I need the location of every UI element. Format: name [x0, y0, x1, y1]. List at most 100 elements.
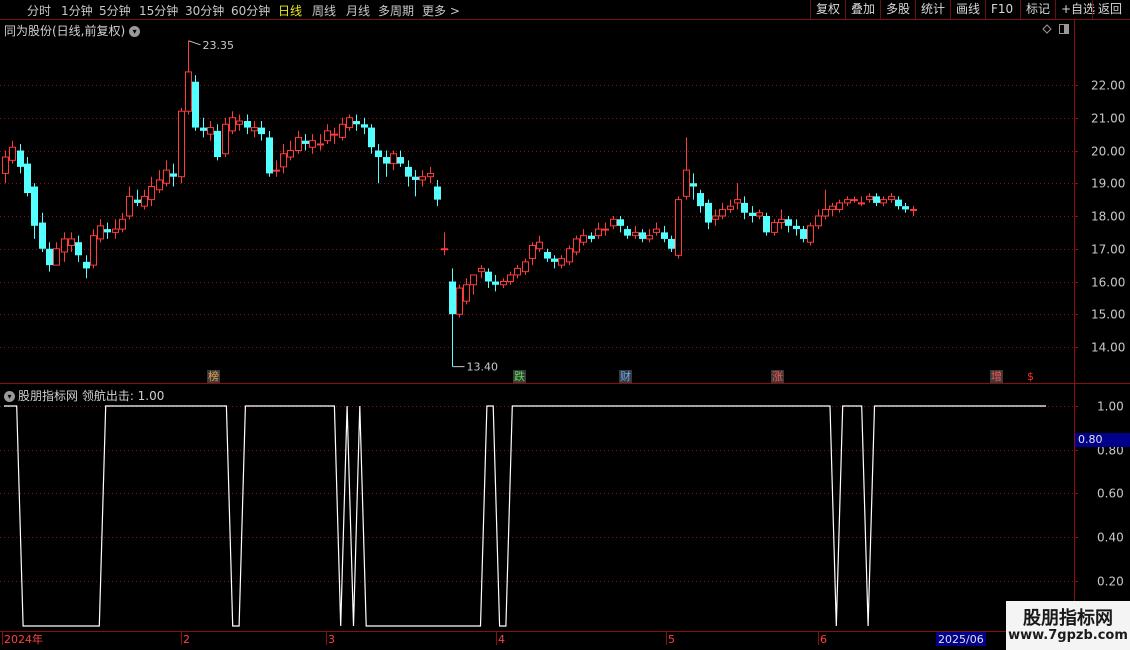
candle	[83, 255, 90, 279]
candle	[251, 121, 258, 138]
candle	[75, 235, 82, 262]
candle	[866, 193, 873, 203]
candle	[566, 245, 573, 266]
candle	[273, 160, 280, 177]
candle	[668, 235, 675, 253]
watermark-url: www.7gpzb.com	[1008, 628, 1128, 643]
date-label: 3	[328, 633, 335, 646]
date-label: 4	[498, 633, 505, 646]
candle	[244, 114, 251, 135]
candle	[873, 193, 880, 207]
candle	[500, 278, 507, 289]
high-arrow	[188, 40, 201, 46]
candle	[551, 255, 558, 269]
candle	[456, 284, 463, 318]
candle	[405, 160, 412, 187]
window-icon-fill	[1064, 24, 1069, 34]
candle	[807, 222, 814, 246]
indicator-current-value: 0.80	[1075, 433, 1130, 447]
price-tick-label: 14.00	[1091, 341, 1125, 355]
current-date-label: 2025/06	[938, 633, 984, 646]
candle	[383, 150, 390, 177]
indicator-line	[4, 405, 1046, 627]
candle	[836, 199, 843, 213]
indicator-title-text: 股朋指标网 领航出击: 1.00	[18, 389, 165, 403]
candle	[492, 274, 499, 292]
candle	[895, 196, 902, 210]
indicator-tick-label: 0.60	[1097, 487, 1124, 501]
event-marker[interactable]: 榜	[207, 370, 220, 383]
candle	[68, 232, 75, 253]
candle	[222, 117, 229, 158]
candle	[9, 140, 16, 164]
candle	[646, 229, 653, 243]
candle	[39, 212, 46, 253]
candle	[61, 232, 68, 262]
date-label: 6	[820, 633, 827, 646]
candle	[112, 219, 119, 239]
event-marker[interactable]: 增	[990, 370, 1003, 383]
price-tick-label: 15.00	[1091, 308, 1125, 322]
candle	[339, 117, 346, 141]
candle	[309, 134, 316, 154]
candle	[331, 127, 338, 144]
candle	[104, 222, 111, 239]
candle	[141, 189, 148, 210]
candle	[763, 212, 770, 236]
event-marker[interactable]: $	[1026, 370, 1035, 383]
candle	[675, 196, 682, 259]
candle	[880, 196, 887, 207]
candle	[368, 124, 375, 154]
date-label: 2	[183, 633, 190, 646]
candle	[653, 222, 660, 236]
event-marker[interactable]: 涨	[771, 370, 784, 383]
candle	[24, 157, 31, 197]
price-tick-label: 22.00	[1091, 79, 1125, 93]
candle	[756, 209, 763, 220]
candle	[632, 225, 639, 239]
candle	[53, 242, 60, 266]
candle	[705, 199, 712, 230]
candle	[427, 166, 434, 184]
candle	[544, 248, 551, 262]
candle	[815, 209, 822, 230]
candle	[829, 202, 836, 216]
candle	[192, 75, 199, 131]
chart-canvas[interactable]: 22.0021.0020.0019.0018.0017.0016.0015.00…	[0, 0, 1130, 650]
indicator-title: ▾ 股朋指标网 领航出击: 1.00	[4, 387, 164, 404]
candle	[580, 229, 587, 246]
date-label: 2024年	[4, 632, 43, 646]
candle	[434, 179, 441, 207]
candle	[390, 150, 397, 171]
candle	[324, 124, 331, 144]
price-tick-label: 18.00	[1091, 210, 1125, 224]
candle	[266, 130, 273, 177]
candle	[741, 196, 748, 220]
candle	[449, 268, 456, 367]
event-marker[interactable]: 跌	[513, 370, 526, 383]
candle	[470, 274, 477, 295]
chevron-down-icon[interactable]: ▾	[4, 391, 15, 402]
candle	[31, 183, 38, 239]
diamond-icon	[1042, 24, 1052, 34]
candle	[712, 209, 719, 226]
candle	[163, 160, 170, 187]
candle	[639, 229, 646, 243]
price-tick-label: 17.00	[1091, 243, 1125, 257]
watermark: 股朋指标网 www.7gpzb.com	[1006, 601, 1130, 650]
candle	[888, 193, 895, 203]
price-tick-label: 16.00	[1091, 276, 1125, 290]
candle	[683, 137, 690, 200]
candle	[361, 117, 368, 135]
candle	[148, 176, 155, 207]
candle	[46, 242, 53, 272]
candle	[90, 229, 97, 269]
event-marker[interactable]: 财	[619, 370, 632, 383]
candle	[902, 202, 909, 213]
candle	[661, 225, 668, 243]
candle	[734, 183, 741, 210]
candle	[851, 196, 858, 203]
candle	[126, 186, 133, 220]
candle	[573, 235, 580, 256]
candle	[595, 222, 602, 239]
